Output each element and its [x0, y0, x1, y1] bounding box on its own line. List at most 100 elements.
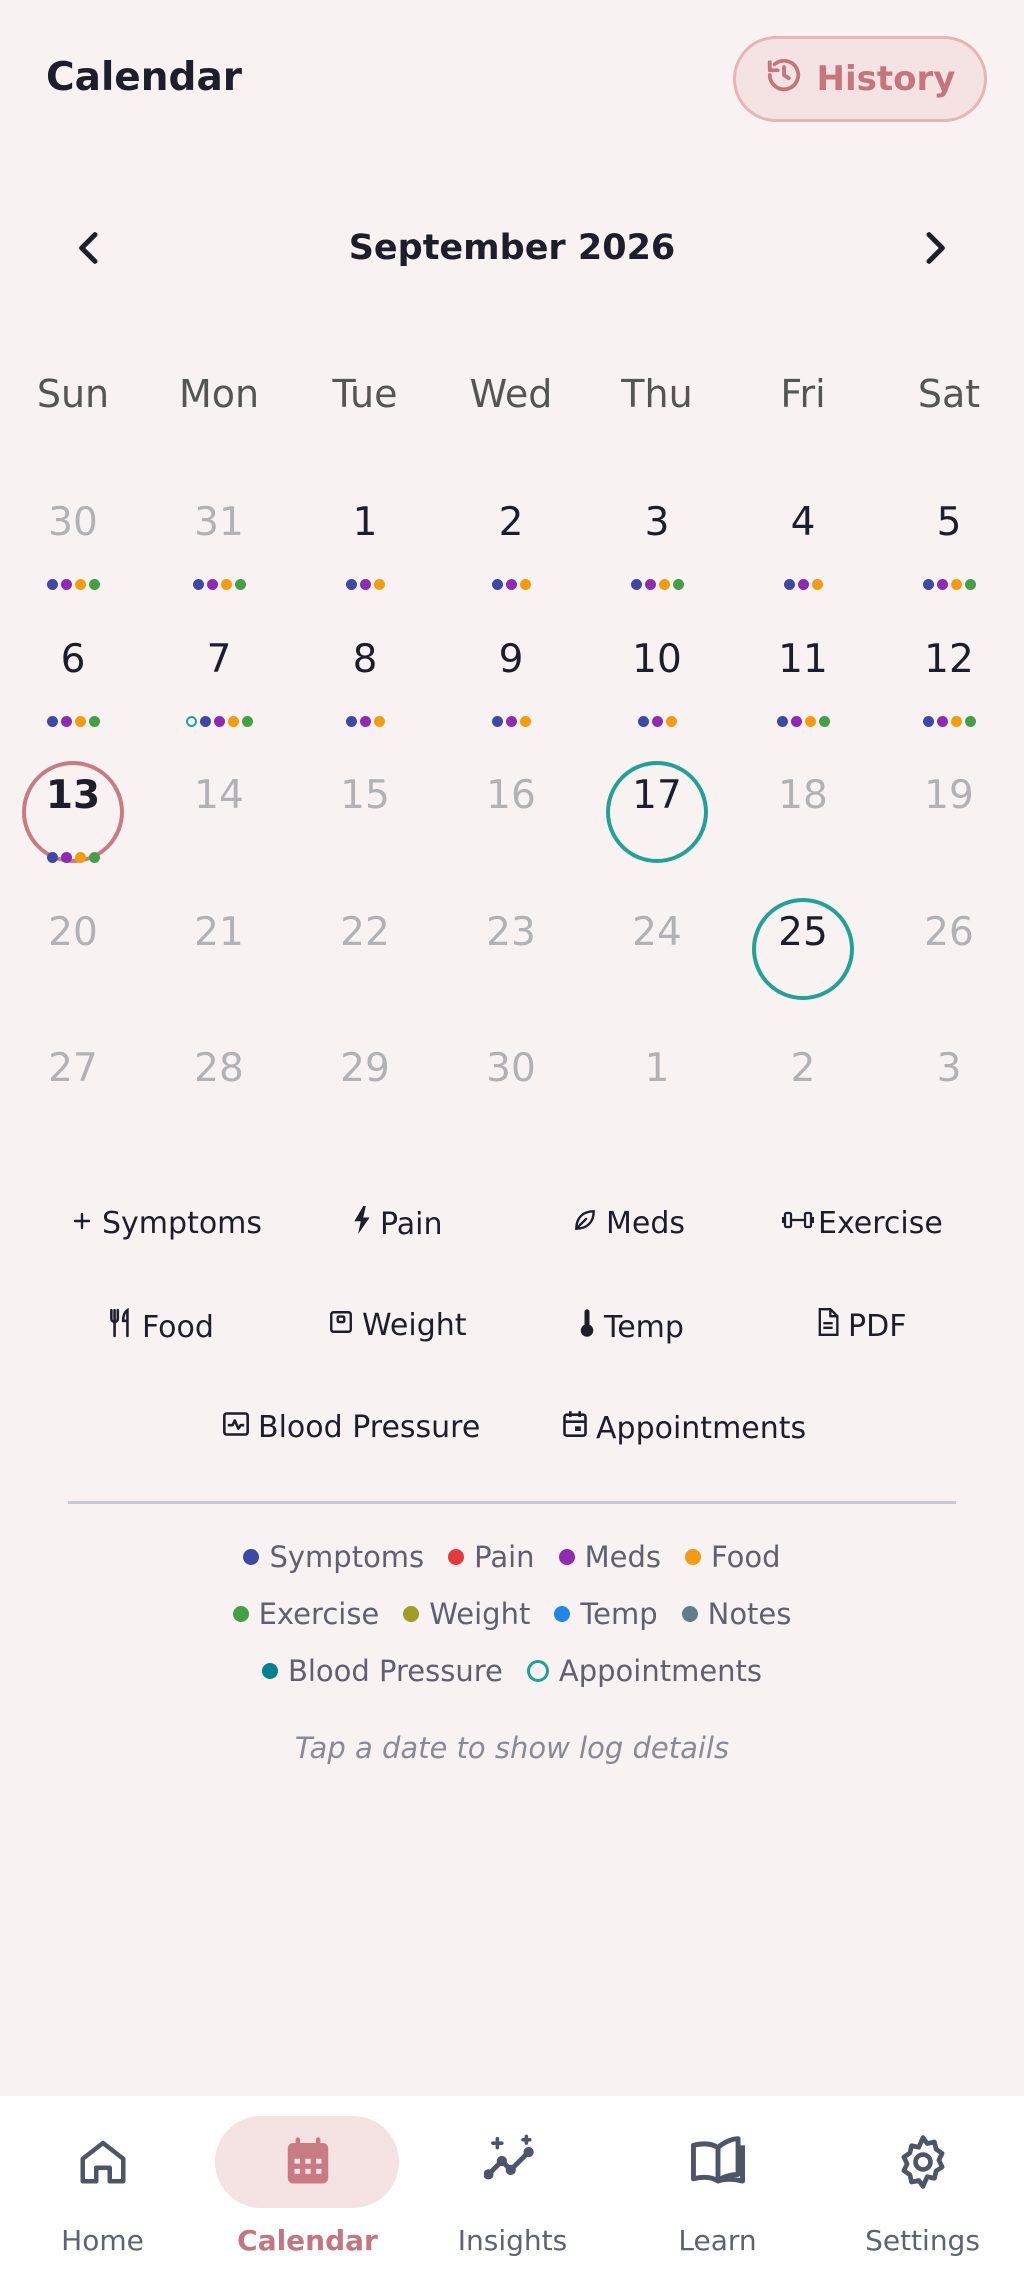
log-food-button[interactable]: Food — [108, 1307, 214, 1346]
log-indicator-dots — [584, 715, 730, 727]
food-dot — [74, 579, 86, 590]
log-temp-button[interactable]: Temp — [578, 1308, 684, 1346]
gear-icon — [820, 2134, 1024, 2190]
day-number: 21 — [194, 909, 244, 955]
legend-dot — [448, 1549, 465, 1565]
food-dot — [373, 579, 385, 590]
calendar-day-cell[interactable]: 14 — [146, 763, 292, 899]
calendar-day-cell[interactable]: 5 — [876, 490, 1022, 626]
meds-dot — [797, 579, 809, 590]
log-symptoms-button[interactable]: Symptoms — [70, 1206, 262, 1241]
calendar-day-cell[interactable]: 24 — [584, 900, 730, 1036]
day-number: 16 — [486, 773, 536, 818]
food-dot — [220, 579, 232, 590]
legend-dot — [403, 1606, 420, 1622]
plus-icon — [70, 1206, 94, 1241]
log-indicator-dots — [730, 579, 876, 590]
day-number: 26 — [924, 909, 974, 955]
calendar-day-cell[interactable]: 28 — [146, 1036, 292, 1172]
quick-action-label: Symptoms — [102, 1206, 263, 1241]
day-number: 6 — [60, 636, 86, 682]
day-number: 30 — [486, 1046, 536, 1091]
calendar-day-cell[interactable]: 18 — [730, 763, 876, 899]
symptoms-dot — [637, 715, 649, 727]
day-number: 28 — [194, 1046, 244, 1091]
exercise-dot — [88, 579, 100, 590]
history-label: History — [816, 59, 956, 99]
calendar-day-cell[interactable]: 2 — [730, 1036, 876, 1172]
calendar-small-icon — [562, 1410, 588, 1446]
symptoms-dot — [783, 579, 795, 590]
calendar-day-cell[interactable]: 8 — [292, 627, 438, 763]
log-appointments-button[interactable]: Appointments — [562, 1410, 806, 1446]
nav-settings[interactable]: Settings — [820, 2096, 1024, 2276]
calendar-day-cell[interactable]: 16 — [438, 763, 584, 899]
calendar-day-cell[interactable]: 12 — [876, 627, 1022, 763]
calendar-day-cell[interactable]: 7 — [146, 627, 292, 763]
calendar-icon — [205, 2134, 410, 2188]
nav-home[interactable]: Home — [0, 2096, 205, 2276]
calendar-day-cell[interactable]: 13 — [0, 761, 146, 899]
log-exercise-button[interactable]: Exercise — [781, 1206, 943, 1241]
day-number: 14 — [194, 773, 244, 818]
calendar-day-cell[interactable]: 22 — [292, 900, 438, 1036]
calendar-day-cell[interactable]: 30 — [438, 1036, 584, 1172]
dumbbell-icon — [781, 1206, 815, 1241]
log-indicator-dots — [292, 715, 438, 727]
nav-calendar[interactable]: Calendar — [205, 2096, 410, 2276]
symptoms-dot — [922, 579, 934, 590]
nav-insights[interactable]: Insights — [410, 2096, 615, 2276]
food-dot — [658, 579, 670, 590]
calendar-day-cell[interactable]: 27 — [0, 1036, 146, 1172]
legend-label: Weight — [429, 1597, 531, 1631]
calendar-day-cell[interactable]: 29 — [292, 1036, 438, 1172]
calendar-day-cell[interactable]: 6 — [0, 627, 146, 763]
quick-action-label: Food — [142, 1309, 214, 1345]
calendar-day-cell[interactable]: 1 — [584, 1036, 730, 1172]
calendar-day-cell[interactable]: 15 — [292, 763, 438, 899]
food-dot — [74, 715, 86, 727]
day-number: 19 — [924, 773, 974, 818]
nav-learn[interactable]: Learn — [615, 2096, 820, 2276]
calendar-day-cell[interactable]: 4 — [730, 490, 876, 626]
weekday-label: Mon — [178, 372, 260, 416]
legend-dot — [243, 1549, 260, 1565]
exercise-dot — [234, 579, 246, 590]
log-blood-pressure-button[interactable]: Blood Pressure — [222, 1410, 480, 1445]
day-number: 18 — [778, 773, 828, 818]
calendar-day-cell[interactable]: 3 — [876, 1036, 1022, 1172]
calendar-day-cell[interactable]: 19 — [876, 763, 1022, 899]
log-weight-button[interactable]: Weight — [328, 1308, 467, 1343]
calendar-day-cell[interactable]: 23 — [438, 900, 584, 1036]
calendar-day-cell[interactable]: 2 — [438, 490, 584, 626]
food-dot — [74, 852, 86, 863]
log-meds-button[interactable]: Meds — [572, 1206, 685, 1241]
day-number: 25 — [778, 909, 828, 955]
history-button[interactable]: History — [733, 36, 987, 122]
legend-label: Meds — [584, 1540, 661, 1574]
calendar-day-cell[interactable]: 11 — [730, 627, 876, 763]
calendar-day-cell[interactable]: 1 — [292, 490, 438, 626]
calendar-day-cell[interactable]: 31 — [146, 490, 292, 626]
legend-label: Blood Pressure — [287, 1654, 503, 1688]
log-pain-button[interactable]: Pain — [352, 1206, 442, 1242]
calendar-day-cell[interactable]: 3 — [584, 490, 730, 626]
exercise-dot — [964, 715, 976, 727]
calendar-day-cell[interactable]: 9 — [438, 627, 584, 763]
bottom-navigation: Home Calendar Insights Learn Settings — [0, 2096, 1024, 2276]
day-number: 9 — [498, 636, 524, 682]
calendar-day-cell[interactable]: 10 — [584, 627, 730, 763]
calendar-day-cell[interactable]: 30 — [0, 490, 146, 626]
document-icon — [816, 1308, 840, 1344]
calendar-day-cell[interactable]: 25 — [730, 897, 876, 1036]
quick-action-label: Exercise — [818, 1206, 943, 1241]
legend-dot — [554, 1606, 571, 1622]
legend-dot — [261, 1663, 278, 1679]
calendar-day-cell[interactable]: 20 — [0, 900, 146, 1036]
day-number: 3 — [644, 500, 670, 545]
export-pdf-button[interactable]: PDF — [816, 1308, 906, 1344]
calendar-day-cell[interactable]: 17 — [584, 761, 730, 899]
next-month-button[interactable] — [904, 220, 964, 280]
calendar-day-cell[interactable]: 26 — [876, 900, 1022, 1036]
calendar-day-cell[interactable]: 21 — [146, 900, 292, 1036]
